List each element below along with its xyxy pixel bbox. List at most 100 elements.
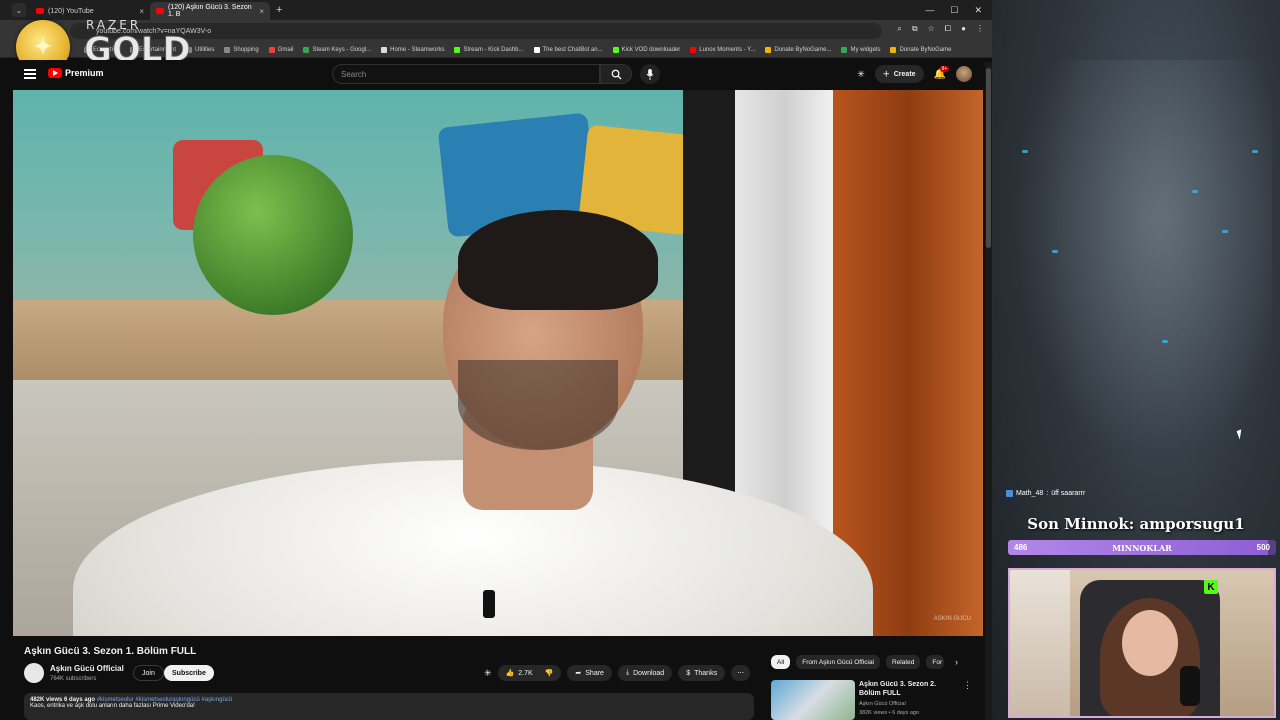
bookmark-donate-2[interactable]: Donate ByNoGame (890, 46, 952, 53)
microphone-icon (646, 68, 654, 80)
new-tab-button[interactable]: + (270, 4, 288, 16)
steam-icon (381, 46, 388, 53)
screen: ⌄ (120) YouTube × (120) Aşkın Gücü 3. Se… (0, 0, 1280, 720)
spark (1252, 150, 1258, 153)
channel-subscribers: 764K subscribers (50, 676, 97, 682)
like-button[interactable]: 👍 2.7K 👎 (497, 665, 562, 681)
zoom-icon[interactable]: ⌕ (897, 24, 901, 34)
page-scrollbar[interactable] (985, 62, 992, 720)
spark (1052, 250, 1058, 253)
youtube-header: Premium Search ✳ ＋ Create 🔔 9+ (0, 60, 992, 90)
chat-text: üff saararrr (1051, 490, 1086, 497)
tab-title: (120) Aşkın Gücü 3. Sezon 1. B (168, 4, 252, 18)
close-tab-icon[interactable]: × (259, 7, 264, 16)
thanks-icon: $ (686, 669, 691, 677)
kick-icon (454, 46, 461, 53)
thumbs-down-icon[interactable]: 👎 (545, 669, 554, 677)
stream-overlay: Math_48: üff saararrr Son Minnok: ampors… (992, 0, 1280, 720)
notifications-button[interactable]: 🔔 9+ (934, 65, 950, 80)
bookmark-steam-keys[interactable]: Steam Keys - Googl... (303, 46, 371, 53)
bookmark-lunox[interactable]: Lunox Moments - Y... (690, 46, 755, 53)
minimize-icon[interactable]: — (925, 5, 934, 16)
more-actions-button[interactable]: ⋯ (731, 665, 751, 681)
profile-icon[interactable]: ● (961, 24, 966, 34)
gmail-icon (268, 46, 275, 53)
more-icon: ⋯ (737, 670, 745, 677)
bookmark-gmail[interactable]: Gmail (268, 46, 293, 53)
close-window-icon[interactable]: ✕ (974, 5, 982, 16)
join-button[interactable]: Join (133, 665, 164, 681)
close-tab-icon[interactable]: × (139, 7, 144, 16)
description-text: Kaos, entrika ve aşk dolu anların daha f… (30, 703, 195, 709)
bookmark-donate-1[interactable]: Donate ByNoGame... (765, 46, 831, 53)
channel-name[interactable]: Aşkın Gücü Official (50, 664, 124, 673)
dragon-artwork (1012, 60, 1272, 460)
recommended-title[interactable]: Aşkın Gücü 3. Sezon 2. Bölüm FULL (859, 680, 959, 698)
video-player[interactable]: ASKIN GUCU (13, 90, 983, 636)
video-plant (193, 155, 353, 315)
download-button[interactable]: ⤓ Download (617, 665, 673, 681)
voice-search-button[interactable] (640, 64, 660, 84)
hamburger-menu-icon[interactable] (24, 69, 36, 79)
search-icon (611, 69, 622, 80)
search-input[interactable]: Search (332, 64, 600, 84)
extensions-icon[interactable]: ⧠ (945, 24, 951, 34)
assistant-icon[interactable]: ✳ (484, 668, 492, 679)
bookmark-shopping[interactable]: Shopping (224, 46, 259, 53)
bookmark-widgets[interactable]: My widgets (841, 46, 880, 53)
more-vert-icon[interactable]: ⋮ (963, 680, 972, 691)
search-button[interactable] (600, 64, 632, 84)
bookmark-star-icon[interactable]: ☆ (928, 24, 935, 34)
chip-for-you[interactable]: For (926, 655, 945, 669)
donate-icon (890, 46, 897, 53)
install-app-icon[interactable]: ⧉ (912, 24, 918, 34)
recommended-views: 382K views • 6 days ago (859, 710, 920, 716)
kick-icon (612, 46, 619, 53)
account-avatar[interactable] (956, 66, 972, 82)
url-field[interactable]: youtube.com/watch?v=naYQAW3V-o (70, 23, 882, 39)
subscribe-button[interactable]: Subscribe (164, 665, 214, 681)
youtube-logo[interactable]: Premium (48, 68, 104, 78)
bookmark-steamworks[interactable]: Home - Steamworks (381, 46, 444, 53)
description-box[interactable]: 482K views 6 days ago #kismetseolur #kis… (24, 693, 754, 720)
chat-message: Math_48: üff saararrr (1006, 490, 1085, 497)
bookmark-chatbot[interactable]: The best ChatBot an... (533, 46, 603, 53)
kick-logo-icon: K (1204, 580, 1218, 594)
thanks-button[interactable]: $ Thanks (678, 665, 726, 681)
video-watermark: ASKIN GUCU (933, 616, 971, 622)
youtube-play-icon (48, 68, 62, 78)
video-person-hair (458, 210, 658, 310)
video-person-beard (458, 360, 618, 450)
share-button[interactable]: ➦ Share (567, 665, 612, 681)
spark (1192, 190, 1198, 193)
maximize-icon[interactable]: ☐ (950, 5, 958, 16)
chatbot-icon (533, 46, 540, 53)
create-button[interactable]: ＋ Create (874, 65, 924, 83)
sheets-icon (303, 46, 310, 53)
scrollbar-thumb[interactable] (986, 68, 991, 248)
channel-avatar[interactable] (24, 663, 44, 683)
notification-badge: 9+ (939, 65, 950, 72)
spark (1222, 230, 1228, 233)
chip-related[interactable]: Related (886, 655, 921, 669)
tab-bar: ⌄ (120) YouTube × (120) Aşkın Gücü 3. Se… (0, 0, 992, 20)
menu-kebab-icon[interactable]: ⋮ (976, 24, 984, 34)
video-title: Aşkın Gücü 3. Sezon 1. Bölüm FULL (24, 646, 197, 657)
bookmark-kick-vod[interactable]: Kick VOD downloader (612, 46, 680, 53)
recommended-thumbnail[interactable] (771, 680, 855, 720)
download-icon: ⤓ (625, 669, 630, 676)
assistant-icon[interactable]: ✳ (857, 69, 865, 80)
chip-all[interactable]: All (771, 655, 791, 669)
webcam-microphone (1180, 666, 1200, 706)
chat-badge-icon (1006, 490, 1013, 497)
tab-search-icon[interactable]: ⌄ (12, 3, 26, 17)
goal-target: 500 (1256, 543, 1270, 552)
webcam-shelf (1010, 570, 1070, 716)
webcam-streamer-face (1122, 610, 1178, 676)
tab-title: (120) YouTube (48, 7, 94, 15)
bookmark-kick-dashboard[interactable]: Stream - Kick Dashb... (454, 46, 524, 53)
chevron-right-icon[interactable]: › (955, 657, 958, 667)
chip-from-channel[interactable]: From Aşkın Gücü Official (796, 655, 880, 669)
video-actions: ✳ 👍 2.7K 👎 ➦ Share ⤓ Download $ Thanks ⋯ (484, 665, 751, 681)
goal-label: MINNOKLAR (1112, 543, 1172, 553)
